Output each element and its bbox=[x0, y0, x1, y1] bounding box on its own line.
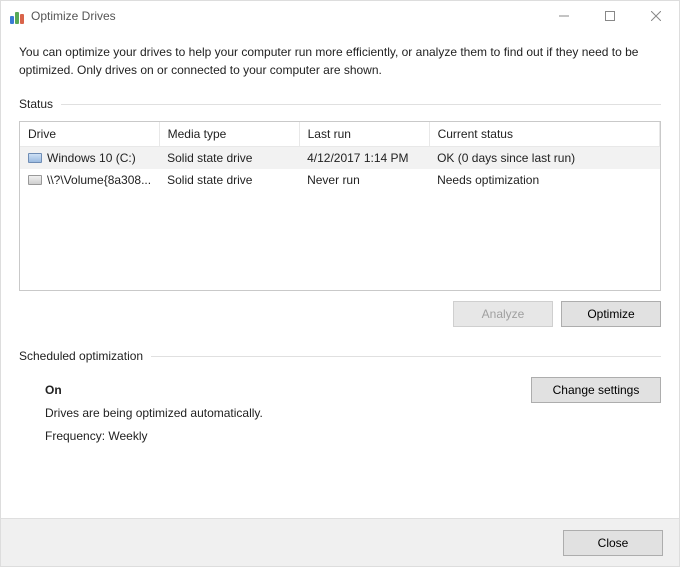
close-button[interactable]: Close bbox=[563, 530, 663, 556]
cell-last-run: Never run bbox=[299, 169, 429, 191]
table-row[interactable]: \\?\Volume{8a308... Solid state drive Ne… bbox=[20, 169, 660, 191]
change-settings-button[interactable]: Change settings bbox=[531, 377, 661, 403]
status-section-heading: Status bbox=[19, 97, 661, 111]
analyze-button[interactable]: Analyze bbox=[453, 301, 553, 327]
col-media-type[interactable]: Media type bbox=[159, 122, 299, 147]
table-row[interactable]: Windows 10 (C:) Solid state drive 4/12/2… bbox=[20, 147, 660, 170]
scheduled-label: Scheduled optimization bbox=[19, 349, 143, 363]
col-last-run[interactable]: Last run bbox=[299, 122, 429, 147]
close-window-button[interactable] bbox=[633, 1, 679, 31]
drive-ssd-icon bbox=[28, 153, 42, 163]
schedule-detail: Drives are being optimized automatically… bbox=[45, 402, 531, 425]
cell-drive: Windows 10 (C:) bbox=[47, 151, 136, 165]
status-label: Status bbox=[19, 97, 53, 111]
maximize-button[interactable] bbox=[587, 1, 633, 31]
scheduled-section-heading: Scheduled optimization bbox=[19, 349, 661, 363]
cell-media-type: Solid state drive bbox=[159, 147, 299, 170]
col-current-status[interactable]: Current status bbox=[429, 122, 659, 147]
optimize-button[interactable]: Optimize bbox=[561, 301, 661, 327]
bottom-bar: Close bbox=[1, 518, 679, 566]
col-drive[interactable]: Drive bbox=[20, 122, 159, 147]
cell-media-type: Solid state drive bbox=[159, 169, 299, 191]
optimize-drives-icon bbox=[9, 8, 25, 24]
cell-drive: \\?\Volume{8a308... bbox=[47, 173, 151, 187]
title-bar: Optimize Drives bbox=[1, 1, 679, 31]
schedule-state: On bbox=[45, 379, 531, 402]
cell-last-run: 4/12/2017 1:14 PM bbox=[299, 147, 429, 170]
drive-volume-icon bbox=[28, 175, 42, 185]
table-header-row: Drive Media type Last run Current status bbox=[20, 122, 660, 147]
schedule-frequency: Frequency: Weekly bbox=[45, 425, 531, 448]
drives-table[interactable]: Drive Media type Last run Current status… bbox=[19, 121, 661, 291]
cell-status: OK (0 days since last run) bbox=[429, 147, 659, 170]
minimize-button[interactable] bbox=[541, 1, 587, 31]
description-text: You can optimize your drives to help you… bbox=[19, 43, 661, 79]
cell-status: Needs optimization bbox=[429, 169, 659, 191]
window-title: Optimize Drives bbox=[31, 9, 116, 23]
